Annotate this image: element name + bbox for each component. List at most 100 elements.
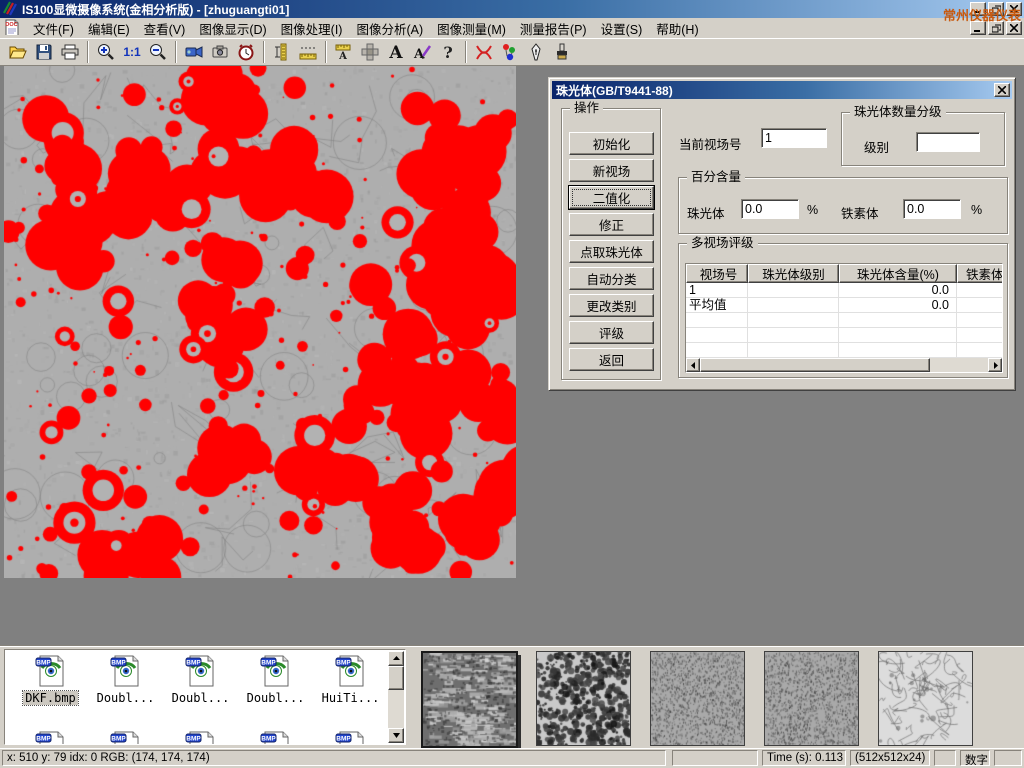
correct-button[interactable]: 修正: [569, 213, 654, 236]
grid-icon[interactable]: [357, 40, 383, 65]
binarize-button[interactable]: 二值化: [569, 186, 654, 209]
measure-label-icon[interactable]: A: [331, 40, 357, 65]
table-hscrollbar[interactable]: [686, 358, 1002, 372]
scroll-left-icon[interactable]: [686, 358, 700, 372]
current-field-input[interactable]: [761, 128, 827, 148]
phase-marker-icon[interactable]: [497, 40, 523, 65]
pick-pearlite-button[interactable]: 点取珠光体: [569, 240, 654, 263]
menu-image-analysis[interactable]: 图像分析(A): [349, 17, 430, 40]
file-name[interactable]: Doubl...: [245, 691, 307, 705]
thumbnail-image[interactable]: [536, 651, 631, 746]
scroll-up-icon[interactable]: [388, 651, 404, 666]
file-list-scrollbar[interactable]: [388, 651, 404, 743]
file-item[interactable]: BMP: [313, 730, 388, 745]
menu-settings[interactable]: 设置(S): [594, 17, 650, 40]
ferrite-input[interactable]: [903, 199, 961, 219]
cell-grade: [748, 298, 839, 312]
zoom-out-icon[interactable]: [145, 40, 171, 65]
file-item[interactable]: BMP: [163, 730, 238, 745]
thumbnail-image[interactable]: [878, 651, 973, 746]
file-item[interactable]: BMP Doubl...: [88, 654, 163, 705]
dialog-title: 珠光体(GB/T9441-88): [556, 82, 673, 99]
file-item[interactable]: BMP: [88, 730, 163, 745]
col-field-number[interactable]: 视场号: [686, 264, 748, 283]
auto-classify-button[interactable]: 自动分类: [569, 267, 654, 290]
help-icon[interactable]: ?: [435, 40, 461, 65]
menu-image-measure[interactable]: 图像测量(M): [430, 17, 513, 40]
table-row-empty: [686, 328, 1003, 343]
menu-file[interactable]: 文件(F): [26, 17, 81, 40]
zoom-in-icon[interactable]: [93, 40, 119, 65]
menu-report[interactable]: 测量报告(P): [513, 17, 594, 40]
file-name[interactable]: Doubl...: [95, 691, 157, 705]
return-button[interactable]: 返回: [569, 348, 654, 371]
video-capture-icon[interactable]: [181, 40, 207, 65]
dialog-close-icon[interactable]: [994, 83, 1010, 97]
file-item[interactable]: BMP: [13, 730, 88, 745]
menu-image-display[interactable]: 图像显示(D): [192, 17, 273, 40]
menu-bar: DOC 文件(F) 编辑(E) 查看(V) 图像显示(D) 图像处理(I) 图像…: [0, 18, 1024, 38]
new-field-button[interactable]: 新视场: [569, 159, 654, 182]
file-name[interactable]: DKF.bmp: [23, 691, 78, 705]
file-name[interactable]: Doubl...: [170, 691, 232, 705]
cell-content: 0.0: [839, 283, 957, 297]
svg-text:BMP: BMP: [261, 660, 276, 667]
percent-group: 百分含量 珠光体 % 铁素体 %: [678, 177, 1008, 234]
annotate-icon[interactable]: A: [409, 40, 435, 65]
file-item[interactable]: BMP Doubl...: [238, 654, 313, 705]
text-icon[interactable]: A: [383, 40, 409, 65]
percent-group-label: 百分含量: [687, 170, 745, 185]
thumbnail-image[interactable]: [650, 651, 745, 746]
snapshot-icon[interactable]: [207, 40, 233, 65]
save-icon[interactable]: [31, 40, 57, 65]
open-file-icon[interactable]: [5, 40, 31, 65]
menu-view[interactable]: 查看(V): [137, 17, 193, 40]
col-pearlite-grade[interactable]: 珠光体级别: [748, 264, 839, 283]
bmp-file-icon: BMP: [184, 654, 218, 688]
ruler-icon[interactable]: [295, 40, 321, 65]
menu-help[interactable]: 帮助(H): [649, 17, 705, 40]
svg-text:?: ?: [443, 43, 452, 62]
caliper-icon[interactable]: [269, 40, 295, 65]
status-time: Time (s): 0.113: [762, 750, 846, 766]
grade-input[interactable]: [916, 132, 980, 152]
vendor-watermark: 常州仪器仪表: [943, 5, 1021, 24]
actual-size-icon[interactable]: 1:1: [119, 40, 145, 65]
file-item[interactable]: BMP HuiTi...: [313, 654, 388, 705]
file-item[interactable]: BMP: [238, 730, 313, 745]
vscroll-thumb[interactable]: [388, 666, 404, 690]
hscroll-thumb[interactable]: [700, 358, 930, 372]
toolbar-separator: [325, 41, 327, 63]
file-browser[interactable]: BMP DKF.bmp BMP Doubl... BMP Doubl... BM…: [4, 649, 406, 745]
micrograph-image[interactable]: [4, 66, 516, 578]
col-ferrite-content[interactable]: 铁素体含量(%): [957, 264, 1003, 283]
menu-image-process[interactable]: 图像处理(I): [274, 17, 350, 40]
print-icon[interactable]: [57, 40, 83, 65]
scroll-right-icon[interactable]: [988, 358, 1002, 372]
pearlite-input[interactable]: [741, 199, 799, 219]
thumbnail-image[interactable]: [421, 651, 518, 748]
curve-tool-icon[interactable]: [471, 40, 497, 65]
timer-icon[interactable]: [233, 40, 259, 65]
menu-edit[interactable]: 编辑(E): [81, 17, 137, 40]
file-item[interactable]: BMP Doubl...: [163, 654, 238, 705]
change-class-button[interactable]: 更改类别: [569, 294, 654, 317]
file-item[interactable]: BMP DKF.bmp: [13, 654, 88, 705]
document-icon[interactable]: DOC: [4, 19, 20, 38]
thumbnail-image[interactable]: [764, 651, 859, 746]
pen-tool-icon[interactable]: [523, 40, 549, 65]
rate-button[interactable]: 评级: [569, 321, 654, 344]
bmp-file-icon: BMP: [184, 730, 218, 745]
table-row-empty: [686, 313, 1003, 328]
pearlite-label: 珠光体: [687, 203, 725, 222]
init-button[interactable]: 初始化: [569, 132, 654, 155]
file-name[interactable]: HuiTi...: [320, 691, 382, 705]
brush-tool-icon[interactable]: [549, 40, 575, 65]
scroll-down-icon[interactable]: [388, 728, 404, 743]
svg-text:BMP: BMP: [36, 736, 51, 743]
rating-table[interactable]: 视场号 珠光体级别 珠光体含量(%) 铁素体含量(%) 1 0.0 平均值 0.…: [685, 263, 1003, 373]
table-row[interactable]: 平均值 0.0: [686, 298, 1003, 313]
col-pearlite-content[interactable]: 珠光体含量(%): [839, 264, 957, 283]
cell-ferrite: [957, 283, 1003, 297]
table-row[interactable]: 1 0.0: [686, 283, 1003, 298]
